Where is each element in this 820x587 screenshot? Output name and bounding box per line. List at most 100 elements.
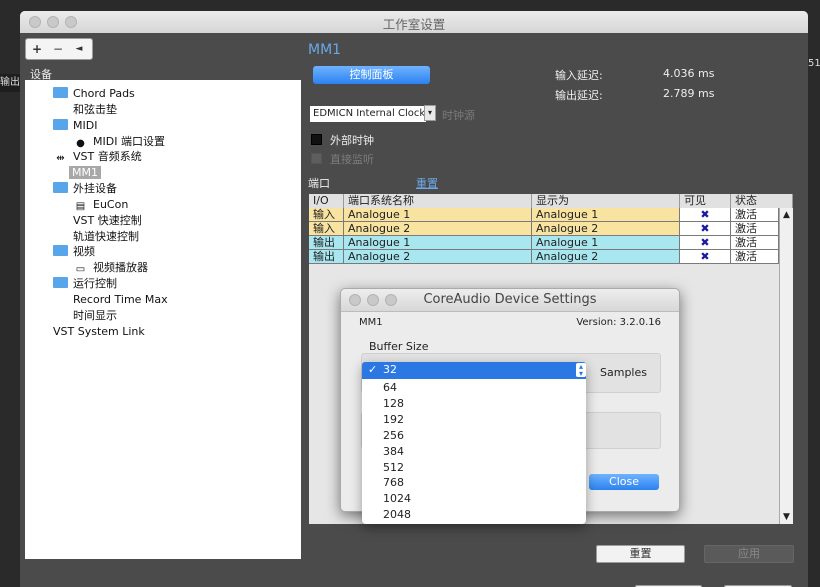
display-as-cell[interactable]: Analogue 1	[532, 236, 680, 250]
display-as-cell[interactable]: Analogue 2	[532, 222, 680, 236]
output-latency-value: 2.789 ms	[663, 87, 715, 100]
column-header-display-as[interactable]: 显示为	[532, 194, 680, 208]
direct-monitoring-label: 直接监听	[330, 153, 374, 166]
window-titlebar: 工作室设置	[20, 11, 808, 34]
eucon-icon: ▤	[75, 201, 86, 212]
dialog-close-button[interactable]	[349, 294, 361, 306]
dialog-version: Version: 3.2.0.16	[576, 317, 661, 328]
apply-button[interactable]: 应用	[704, 545, 794, 563]
tree-item-external-devices[interactable]: 外挂设备	[53, 181, 117, 196]
buffer-size-label: Buffer Size	[369, 340, 429, 353]
reset-ports-link[interactable]: 重置	[416, 175, 438, 191]
column-header-io[interactable]: I/O	[309, 194, 344, 208]
stepper-arrows-icon: ▴ ▾	[576, 363, 586, 378]
tree-item-video-player[interactable]: ▭ 视频播放器	[73, 260, 148, 275]
io-cell: 输入	[309, 208, 344, 222]
display-as-cell[interactable]: Analogue 1	[532, 208, 680, 222]
buffer-option[interactable]: 192	[383, 412, 404, 427]
chevron-down-icon[interactable]: ▾	[424, 105, 436, 121]
tree-item-chord-pad-settings[interactable]: 和弦击垫	[73, 102, 117, 117]
buffer-option[interactable]: 2048	[383, 507, 411, 522]
system-name-cell: Analogue 1	[344, 208, 532, 222]
audio-system-icon: ⇹	[56, 153, 65, 164]
visible-toggle[interactable]: ✖	[680, 208, 731, 222]
io-cell: 输出	[309, 250, 344, 264]
samples-label: Samples	[600, 366, 647, 379]
clock-source-label: 时钟源	[442, 109, 475, 122]
add-device-button[interactable]: +	[27, 41, 47, 57]
remove-device-button[interactable]: −	[48, 41, 68, 57]
direct-monitoring-checkbox[interactable]	[311, 153, 322, 164]
tree-item-chord-pads[interactable]: Chord Pads	[53, 86, 135, 101]
midi-port-icon: ●	[76, 138, 85, 149]
control-panel-button[interactable]: 控制面板	[313, 66, 430, 84]
io-cell: 输出	[309, 236, 344, 250]
tree-item-video[interactable]: 视频	[53, 244, 95, 259]
tree-item-transport[interactable]: 运行控制	[53, 276, 117, 291]
io-cell: 输入	[309, 222, 344, 236]
background-app-label-right: 51	[808, 58, 820, 69]
system-name-cell: Analogue 2	[344, 250, 532, 264]
dialog-close-action-button[interactable]: Close	[589, 474, 659, 490]
scroll-up-icon[interactable]: ▲	[780, 210, 793, 220]
column-header-status[interactable]: 状态	[731, 194, 793, 208]
table-row[interactable]: 输入 Analogue 2 Analogue 2 ✖ 激活	[309, 222, 779, 236]
buffer-option[interactable]: 384	[383, 444, 404, 459]
external-clock-label: 外部时钟	[330, 134, 374, 147]
device-tree: Chord Pads 和弦击垫 MIDI ● MIDI 端口设置 ⇹ VST 音频系…	[25, 80, 301, 559]
ports-label: 端口	[308, 177, 330, 190]
buffer-option-selected[interactable]: ✓ 32 ▴ ▾	[362, 362, 586, 379]
video-player-icon: ▭	[75, 264, 86, 275]
dialog-title: CoreAudio Device Settings	[423, 292, 597, 307]
dialog-titlebar: CoreAudio Device Settings	[341, 289, 679, 312]
buffer-option[interactable]: 512	[383, 460, 404, 475]
visible-toggle[interactable]: ✖	[680, 250, 731, 264]
folder-icon	[53, 277, 68, 288]
table-row[interactable]: 输出 Analogue 1 Analogue 1 ✖ 激活	[309, 236, 779, 250]
tree-item-vst-system-link[interactable]: VST System Link	[53, 324, 145, 339]
buffer-option[interactable]: 256	[383, 428, 404, 443]
status-cell: 激活	[731, 222, 779, 236]
tree-item-midi-port-setup[interactable]: ● MIDI 端口设置	[73, 134, 165, 149]
tree-item-track-quick-controls[interactable]: 轨道快速控制	[73, 229, 139, 244]
dialog-minimize-button[interactable]	[367, 294, 379, 306]
table-row[interactable]: 输入 Analogue 1 Analogue 1 ✖ 激活	[309, 208, 779, 222]
input-latency-label: 输入延迟:	[555, 69, 603, 82]
status-cell: 激活	[731, 208, 779, 222]
tree-item-eucon[interactable]: ▤ EuCon	[73, 197, 129, 212]
status-cell: 激活	[731, 236, 779, 250]
tree-item-vst-quick-controls[interactable]: VST 快速控制	[73, 213, 142, 228]
input-latency-value: 4.036 ms	[663, 67, 715, 80]
checkmark-icon: ✓	[368, 363, 378, 376]
status-cell: 激活	[731, 250, 779, 264]
reset-button[interactable]: 重置	[596, 545, 685, 563]
table-row[interactable]: 输出 Analogue 2 Analogue 2 ✖ 激活	[309, 250, 779, 264]
table-scrollbar[interactable]: ▲ ▼	[779, 208, 793, 524]
buffer-option[interactable]: 1024	[383, 491, 411, 506]
tree-item-mm1[interactable]: MM1	[69, 165, 101, 180]
tree-item-midi[interactable]: MIDI	[53, 118, 97, 133]
buffer-size-dropdown[interactable]: ✓ 32 ▴ ▾ 64 128 192 256 384 512 768 1024 …	[362, 362, 586, 524]
visible-toggle[interactable]: ✖	[680, 222, 731, 236]
external-clock-checkbox[interactable]	[311, 134, 322, 145]
column-header-visible[interactable]: 可见	[680, 194, 731, 208]
buffer-option[interactable]: 64	[383, 380, 397, 395]
column-header-system-name[interactable]: 端口系统名称	[344, 194, 532, 208]
scroll-down-icon[interactable]: ▼	[780, 512, 793, 522]
tree-item-time-display[interactable]: 时间显示	[73, 308, 117, 323]
window-title: 工作室设置	[382, 17, 446, 32]
visible-toggle[interactable]: ✖	[680, 236, 731, 250]
system-name-cell: Analogue 1	[344, 236, 532, 250]
tree-item-vst-audio-system[interactable]: ⇹ VST 音频系统	[53, 149, 141, 164]
tree-item-record-time-max[interactable]: Record Time Max	[73, 292, 168, 307]
reset-device-button[interactable]: ◄	[69, 41, 89, 57]
folder-icon	[53, 182, 68, 193]
buffer-option[interactable]: 128	[383, 396, 404, 411]
output-latency-label: 输出延迟:	[555, 89, 603, 102]
folder-icon	[53, 119, 68, 130]
background-app-label: 输出 录	[0, 74, 22, 92]
buffer-option[interactable]: 768	[383, 475, 404, 490]
folder-icon	[53, 87, 68, 98]
clock-source-select[interactable]: EDMICN Internal Clock	[310, 106, 426, 122]
display-as-cell[interactable]: Analogue 2	[532, 250, 680, 264]
